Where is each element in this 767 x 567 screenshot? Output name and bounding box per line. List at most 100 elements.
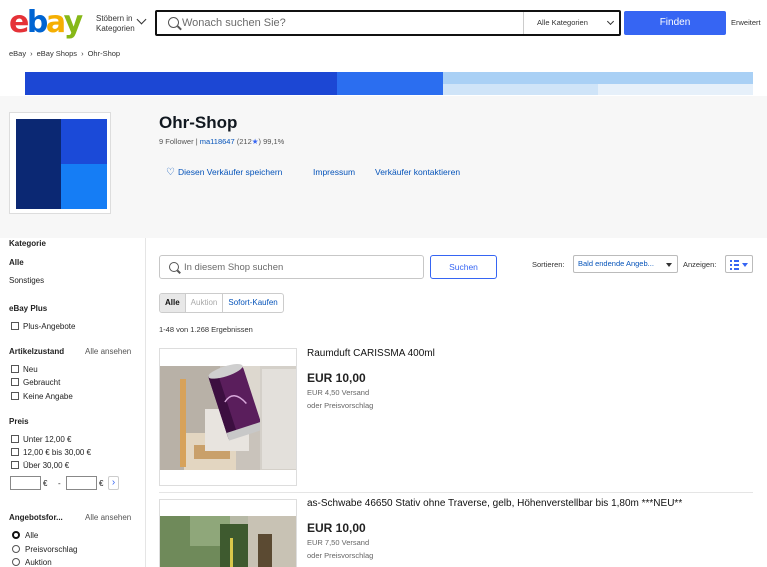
condition-new[interactable]: Neu (11, 365, 38, 374)
ebay-plus-heading: eBay Plus (9, 304, 48, 313)
search-icon (169, 262, 179, 272)
search-bar[interactable]: Alle Kategorien (155, 10, 621, 36)
price-label: Über 30,00 € (23, 461, 70, 470)
separator: | (195, 137, 198, 146)
tab-auction[interactable]: Auktion (186, 294, 224, 312)
logo-block (61, 164, 107, 209)
banner-block (443, 72, 753, 84)
checkbox[interactable] (11, 461, 19, 469)
plus-offers-filter[interactable]: Plus-Angebote (11, 322, 75, 331)
logo-letter-y: y (63, 5, 84, 40)
range-dash: - (58, 479, 61, 488)
item-divider (159, 492, 753, 493)
condition-label: Keine Angabe (23, 392, 73, 401)
breadcrumb-separator-icon: › (30, 49, 33, 58)
condition-used[interactable]: Gebraucht (11, 378, 60, 387)
condition-label: Gebraucht (23, 378, 61, 387)
impressum-link[interactable]: Impressum (313, 167, 355, 177)
caret-down-icon (666, 263, 672, 267)
result-count: 1-48 von 1.268 Ergebnissen (159, 325, 253, 334)
browse-categories-label: Stöbern in Kategorien (96, 14, 135, 33)
item-image[interactable] (159, 348, 297, 486)
sort-select[interactable]: Bald endende Angeb... (573, 255, 678, 273)
item-title-link[interactable]: as-Schwabe 46650 Stativ ohne Traverse, g… (307, 498, 682, 509)
search-input[interactable] (182, 14, 512, 32)
ebay-logo[interactable]: ebay (9, 6, 85, 40)
item-title-link[interactable]: Raumduft CARISSMA 400ml (307, 348, 435, 359)
heart-icon: ♡ (166, 167, 175, 178)
feedback-count: (212 (236, 137, 252, 146)
browse-categories-button[interactable]: Stöbern in Kategorien (96, 13, 154, 35)
radio[interactable] (12, 545, 20, 553)
price-go-button[interactable]: › (108, 476, 119, 490)
checkbox[interactable] (11, 448, 19, 456)
store-search-bar[interactable] (159, 255, 424, 279)
search-icon (168, 17, 179, 28)
view-label: Anzeigen: (683, 260, 717, 269)
chevron-right-icon: › (111, 477, 116, 488)
plus-offers-label: Plus-Angebote (23, 322, 76, 331)
condition-see-all[interactable]: Alle ansehen (85, 347, 131, 356)
banner-block (25, 72, 337, 95)
logo-block (61, 119, 107, 164)
banner-block (598, 84, 753, 95)
chevron-down-icon (606, 17, 615, 26)
contact-seller-link[interactable]: Verkäufer kontaktieren (375, 167, 460, 177)
save-seller-link[interactable]: ♡ Diesen Verkäufer speichern (166, 167, 282, 178)
category-heading: Kategorie (9, 239, 46, 248)
price-min-input[interactable] (10, 476, 41, 490)
price-label: Unter 12,00 € (23, 435, 72, 444)
radio-selected[interactable] (12, 531, 20, 539)
item-best-offer: oder Preisvorschlag (307, 401, 374, 410)
radio[interactable] (12, 558, 20, 566)
chevron-down-icon (136, 14, 147, 25)
checkbox[interactable] (11, 365, 19, 373)
logo-block (16, 119, 61, 209)
store-search-button[interactable]: Suchen (430, 255, 497, 279)
currency-label: € (43, 479, 48, 488)
item-image[interactable] (159, 499, 297, 567)
price-under-12[interactable]: Unter 12,00 € (11, 435, 71, 444)
price-label: 12,00 € bis 30,00 € (23, 448, 92, 457)
condition-none[interactable]: Keine Angabe (11, 392, 73, 401)
format-label: Alle (25, 531, 39, 540)
currency-label: € (99, 479, 104, 488)
checkbox[interactable] (11, 378, 19, 386)
seller-link[interactable]: ma118647 (200, 137, 235, 146)
logo-letter-a: a (45, 5, 66, 40)
caret-down-icon (742, 263, 748, 267)
category-select[interactable]: Alle Kategorien (523, 12, 621, 34)
follower-count: 9 Follower (159, 137, 194, 146)
category-all[interactable]: Alle (9, 258, 24, 267)
banner-block (337, 72, 443, 95)
category-other[interactable]: Sonstiges (9, 276, 44, 285)
sort-value: Bald endende Angeb... (578, 259, 654, 268)
find-button[interactable]: Finden (624, 11, 726, 35)
tab-buy-now[interactable]: Sofort-Kaufen (223, 294, 282, 312)
format-all[interactable]: Alle (12, 531, 38, 540)
logo-letter-b: b (26, 5, 48, 40)
format-label: Auktion (25, 558, 52, 567)
breadcrumb-ebay-shops[interactable]: eBay Shops (37, 49, 77, 58)
price-12-30[interactable]: 12,00 € bis 30,00 € (11, 448, 91, 457)
checkbox[interactable] (11, 435, 19, 443)
advanced-search-link[interactable]: Erweitert (731, 18, 761, 27)
format-heading: Angebotsfor... (9, 513, 63, 522)
format-auction[interactable]: Auktion (12, 558, 52, 567)
format-label: Preisvorschlag (25, 545, 78, 554)
banner-block (443, 84, 598, 95)
tab-all[interactable]: Alle (160, 294, 186, 312)
format-offer[interactable]: Preisvorschlag (12, 545, 77, 554)
store-banner (25, 72, 753, 95)
checkbox[interactable] (11, 322, 19, 330)
view-select[interactable] (725, 255, 753, 273)
price-heading: Preis (9, 417, 29, 426)
store-search-input[interactable] (184, 259, 414, 275)
format-see-all[interactable]: Alle ansehen (85, 513, 131, 522)
price-over-30[interactable]: Über 30,00 € (11, 461, 69, 470)
breadcrumb-ebay[interactable]: eBay (9, 49, 26, 58)
sort-label: Sortieren: (532, 260, 565, 269)
feedback-close: ) (258, 137, 261, 146)
price-max-input[interactable] (66, 476, 97, 490)
checkbox[interactable] (11, 392, 19, 400)
